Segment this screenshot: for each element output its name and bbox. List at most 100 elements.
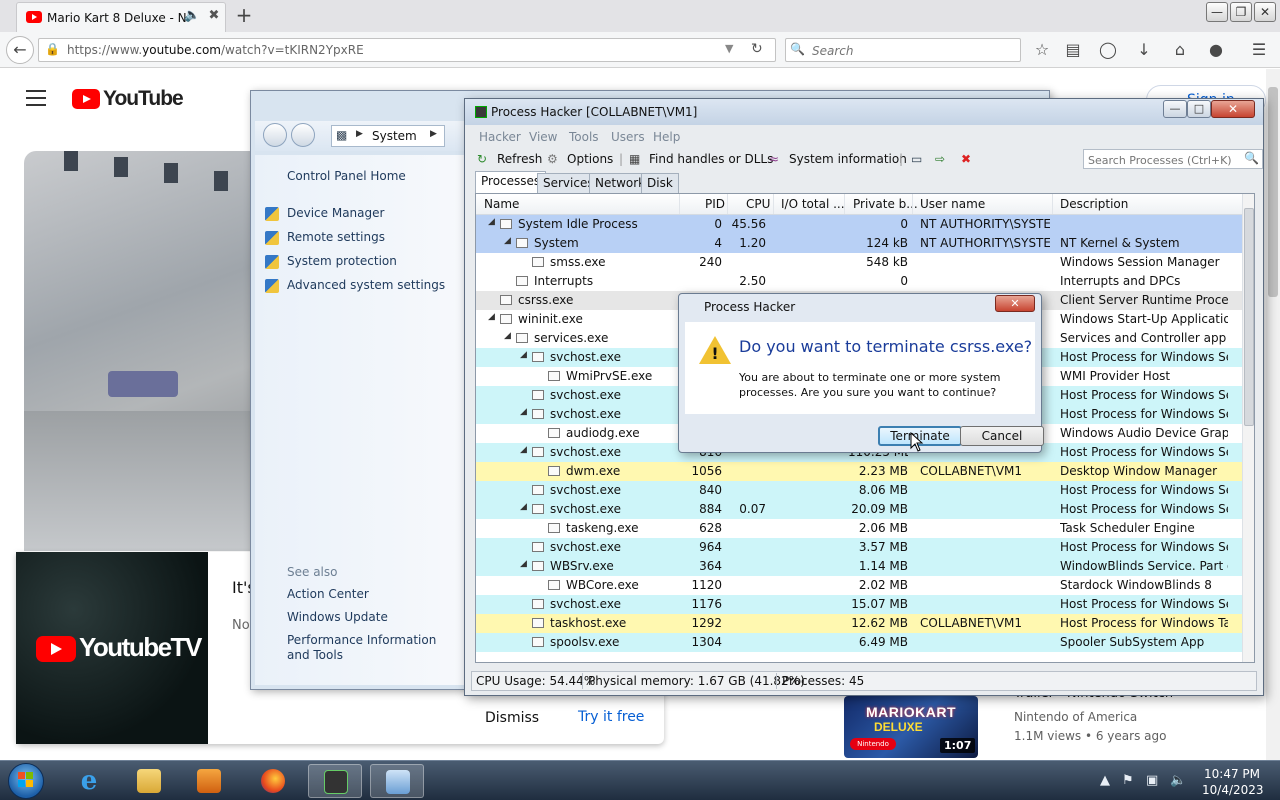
related-video-item[interactable]: MARIOKART DELUXE Nintendo 1:07 Trailer -… <box>830 686 1270 760</box>
hamburger-menu-icon[interactable]: ☰ <box>1248 40 1270 60</box>
speaker-icon[interactable]: 🔈 <box>184 8 200 23</box>
maximize-window-button[interactable]: □ <box>1187 100 1211 118</box>
menu-help[interactable]: Help <box>653 130 680 144</box>
new-tab-button[interactable]: + <box>234 3 254 27</box>
expand-collapse-icon[interactable]: ◢ <box>520 407 527 417</box>
expand-collapse-icon[interactable]: ◢ <box>504 236 511 246</box>
menu-tools[interactable]: Tools <box>569 130 599 144</box>
column-pid[interactable]: PID <box>705 197 725 211</box>
menu-users[interactable]: Users <box>611 130 645 144</box>
browser-search-input[interactable] <box>810 41 1014 61</box>
cancel-button[interactable]: Cancel <box>960 426 1044 446</box>
expand-collapse-icon[interactable]: ◢ <box>520 502 527 512</box>
internet-explorer-taskbar-button[interactable]: e <box>62 764 116 798</box>
search-icon[interactable]: 🔍 <box>1244 151 1259 165</box>
forward-arrow-icon[interactable] <box>291 123 315 147</box>
network-icon[interactable]: ▣ <box>1146 773 1158 788</box>
video-player[interactable] <box>24 151 286 551</box>
process-row[interactable]: ◢ System Idle Process 0 45.56 0 NT AUTHORITY\… <box>476 215 1242 234</box>
system-info-icon[interactable]: ≈ <box>769 152 779 166</box>
window-icon[interactable]: ▭ <box>911 152 922 166</box>
process-row[interactable]: taskeng.exe 628 2.06 MB Task Scheduler Engi… <box>476 519 1242 538</box>
refresh-button[interactable]: Refresh <box>497 152 542 166</box>
home-icon[interactable]: ⌂ <box>1169 40 1191 60</box>
back-arrow-icon[interactable] <box>263 123 287 147</box>
column-io-total[interactable]: I/O total ... <box>781 197 845 211</box>
control-panel-address-bar[interactable]: ▩ ▶ System ▶ <box>331 125 445 147</box>
action-center-flag-icon[interactable]: ⚑ <box>1122 773 1134 788</box>
breadcrumb-arrow-icon[interactable]: ▶ <box>430 129 437 139</box>
expand-collapse-icon[interactable]: ◢ <box>488 312 495 322</box>
expand-collapse-icon[interactable]: ◢ <box>504 331 511 341</box>
process-list-scrollbar[interactable] <box>1242 194 1254 662</box>
minimize-window-button[interactable]: — <box>1163 100 1187 118</box>
menu-hacker[interactable]: Hacker <box>479 130 521 144</box>
browser-search-box[interactable]: 🔍 <box>785 38 1021 62</box>
terminate-icon[interactable]: ✖ <box>961 152 971 166</box>
system-control-panel-taskbar-button[interactable] <box>370 764 424 798</box>
process-row[interactable]: taskhost.exe 1292 12.62 MB COLLABNET\VM1 Hos… <box>476 614 1242 633</box>
process-row[interactable]: svchost.exe 964 3.57 MB Host Process for Wi… <box>476 538 1242 557</box>
file-explorer-taskbar-button[interactable] <box>122 764 176 798</box>
system-information-button[interactable]: System information <box>789 152 907 166</box>
process-search-box[interactable]: 🔍 <box>1083 149 1263 169</box>
url-bar[interactable]: 🔒 https://www.youtube.com/watch?v=tKIRN2… <box>38 38 776 62</box>
action-center-link[interactable]: Action Center <box>287 587 369 601</box>
related-video-thumbnail[interactable]: MARIOKART DELUXE Nintendo 1:07 <box>844 696 978 758</box>
column-description[interactable]: Description <box>1060 197 1128 211</box>
column-private-bytes[interactable]: Private b... <box>853 197 918 211</box>
breadcrumb-system[interactable]: System <box>372 129 417 143</box>
find-icon[interactable]: ▦ <box>629 152 640 166</box>
windows-update-link[interactable]: Windows Update <box>287 610 388 624</box>
process-row[interactable]: ◢ System 4 1.20 124 kB NT AUTHORITY\SYSTEM NT … <box>476 234 1242 253</box>
clock-time[interactable]: 10:47 PM <box>1202 767 1262 781</box>
page-scrollbar-thumb[interactable] <box>1268 87 1278 297</box>
close-window-button[interactable]: ✕ <box>1254 2 1276 22</box>
firefox-taskbar-button[interactable] <box>246 764 300 798</box>
lock-icon[interactable]: 🔒 <box>45 42 60 56</box>
performance-information-link[interactable]: Performance Information and Tools <box>287 633 455 663</box>
process-row[interactable]: ◢ svchost.exe 884 0.07 20.09 MB Host Process … <box>476 500 1242 519</box>
close-window-button[interactable]: ✕ <box>1211 100 1255 118</box>
process-row[interactable]: Interrupts 2.50 0 Interrupts and DPCs <box>476 272 1242 291</box>
process-search-input[interactable] <box>1086 151 1240 169</box>
refresh-icon[interactable]: ↻ <box>477 152 487 166</box>
process-row[interactable]: dwm.exe 1056 2.23 MB COLLABNET\VM1 Desktop W… <box>476 462 1242 481</box>
expand-collapse-icon[interactable]: ◢ <box>520 350 527 360</box>
close-tab-icon[interactable]: ✖ <box>205 7 223 25</box>
process-list-scrollbar-thumb[interactable] <box>1244 208 1254 426</box>
system-protection-link[interactable]: System protection <box>287 254 397 268</box>
restore-window-button[interactable]: ❐ <box>1230 2 1252 22</box>
expand-collapse-icon[interactable]: ◢ <box>520 559 527 569</box>
process-row[interactable]: spoolsv.exe 1304 6.49 MB Spooler SubSystem … <box>476 633 1242 652</box>
remote-settings-link[interactable]: Remote settings <box>287 230 385 244</box>
device-manager-link[interactable]: Device Manager <box>287 206 384 220</box>
process-row[interactable]: smss.exe 240 548 kB Windows Session Manager <box>476 253 1242 272</box>
column-name[interactable]: Name <box>484 197 519 211</box>
process-row[interactable]: ◢ WBSrv.exe 364 1.14 MB WindowBlinds Service… <box>476 557 1242 576</box>
expand-collapse-icon[interactable]: ◢ <box>520 445 527 455</box>
process-row[interactable]: WBCore.exe 1120 2.02 MB Stardock WindowBlin… <box>476 576 1242 595</box>
find-handles-button[interactable]: Find handles or DLLs <box>649 152 773 166</box>
url-text[interactable]: https://www.youtube.com/watch?v=tKIRN2Yp… <box>67 43 364 57</box>
browser-tab[interactable]: Mario Kart 8 Deluxe - N… 🔈 ✖ <box>16 2 226 32</box>
show-hidden-icons-icon[interactable]: ▲ <box>1100 773 1110 788</box>
dismiss-button[interactable]: Dismiss <box>485 710 539 726</box>
youtube-logo-text[interactable]: YouTube <box>103 87 184 111</box>
bookmark-star-icon[interactable]: ☆ <box>1031 40 1053 60</box>
youtube-logo-icon[interactable] <box>72 89 100 109</box>
page-scrollbar[interactable] <box>1266 69 1280 761</box>
related-video-channel[interactable]: Nintendo of America <box>1014 710 1137 724</box>
menu-view[interactable]: View <box>529 130 557 144</box>
minimize-window-button[interactable]: — <box>1206 2 1228 22</box>
column-cpu[interactable]: CPU <box>746 197 770 211</box>
process-hacker-titlebar[interactable]: Process Hacker [COLLABNET\VM1] — □ ✕ <box>465 99 1263 125</box>
chat-icon[interactable]: ● <box>1205 40 1227 60</box>
start-button[interactable] <box>8 763 44 799</box>
control-panel-home-link[interactable]: Control Panel Home <box>287 169 406 183</box>
close-dialog-button[interactable]: ✕ <box>995 295 1035 312</box>
chevron-down-icon[interactable]: ▼ <box>725 42 733 55</box>
gear-icon[interactable]: ⚙ <box>547 152 558 166</box>
reading-list-icon[interactable]: ▤ <box>1062 40 1084 60</box>
process-row[interactable]: svchost.exe 1176 15.07 MB Host Process for … <box>476 595 1242 614</box>
